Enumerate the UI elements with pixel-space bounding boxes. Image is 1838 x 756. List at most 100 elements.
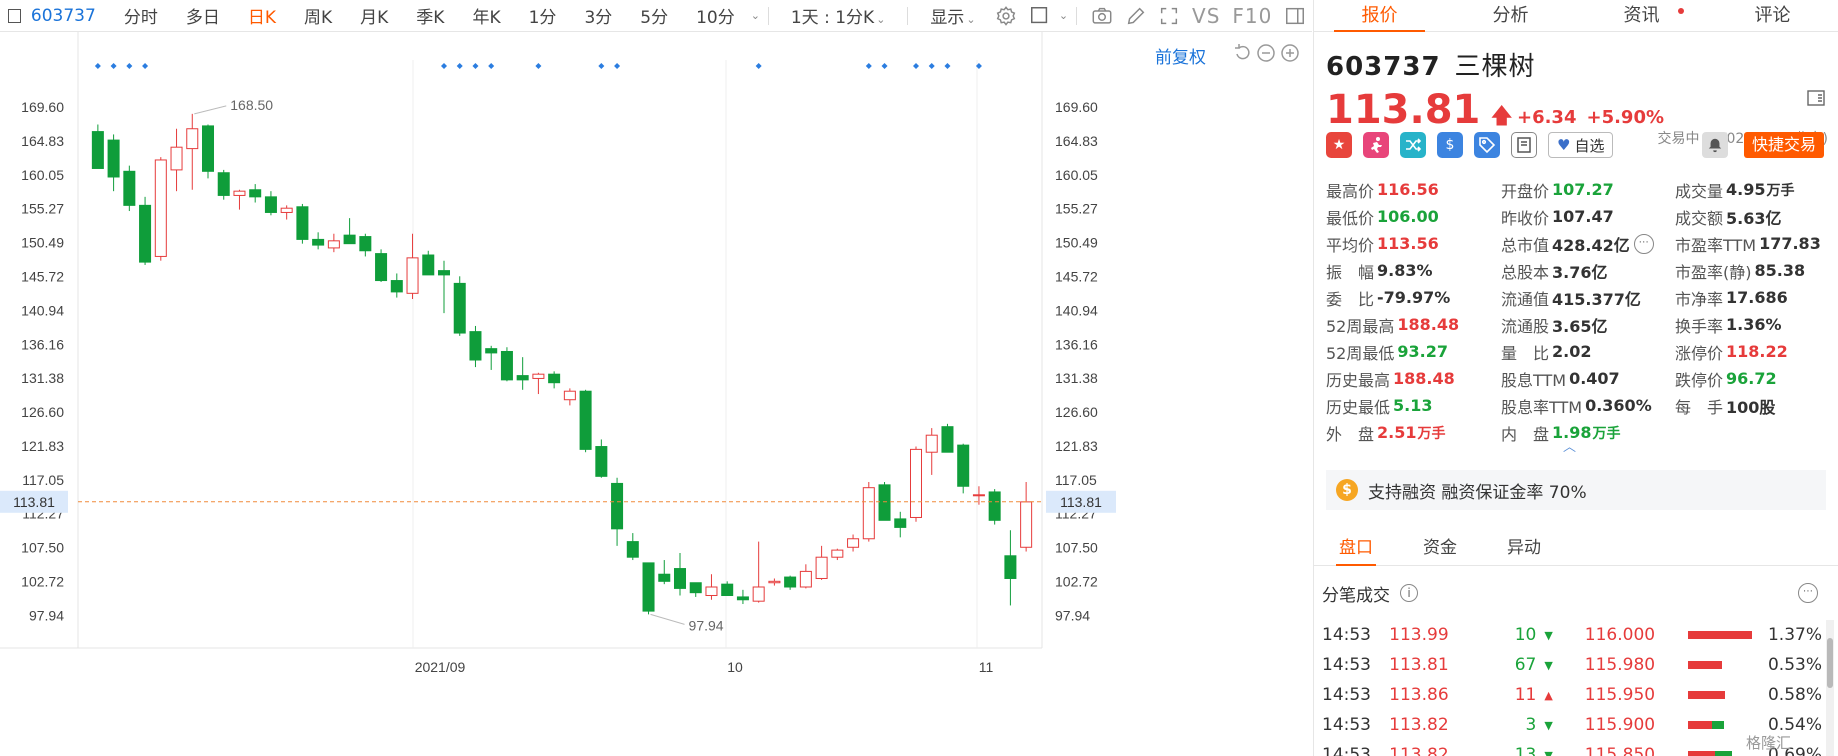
candle-body[interactable] xyxy=(831,549,844,558)
zoom-out-icon[interactable] xyxy=(1256,43,1276,63)
candle-body[interactable] xyxy=(784,576,797,588)
candle-body[interactable] xyxy=(516,375,529,381)
quick-trade-button[interactable]: 快捷交易 xyxy=(1744,132,1825,158)
event-marker-icon[interactable] xyxy=(944,63,951,69)
candle-body[interactable] xyxy=(170,146,183,171)
panel-tab[interactable]: 报价 xyxy=(1314,0,1445,32)
candle-body[interactable] xyxy=(201,125,215,172)
add-watchlist-button[interactable]: ♥ 自选 xyxy=(1548,132,1614,158)
more-icon[interactable]: ⋯ xyxy=(1633,233,1654,254)
event-marker-icon[interactable] xyxy=(456,63,463,69)
candle-body[interactable] xyxy=(327,240,340,249)
scrollbar-thumb[interactable] xyxy=(1827,638,1833,688)
candle-body[interactable] xyxy=(626,541,639,558)
stock-code-label[interactable]: 603737 xyxy=(31,6,96,26)
undo-icon[interactable] xyxy=(1233,43,1253,63)
vs-compare-button[interactable]: VS xyxy=(1192,4,1220,28)
candle-body[interactable] xyxy=(595,446,608,477)
orderbook-tab[interactable]: 盘口 xyxy=(1314,530,1398,566)
candle-body[interactable] xyxy=(437,270,451,276)
event-marker-icon[interactable] xyxy=(755,63,762,69)
period-tab[interactable]: 多日 xyxy=(186,3,220,28)
dollar-icon[interactable]: $ xyxy=(1437,132,1463,158)
adjust-mode-button[interactable]: 前复权 xyxy=(1155,43,1206,68)
panel-tab[interactable]: 分析 xyxy=(1445,0,1576,31)
zoom-in-icon[interactable] xyxy=(1280,43,1300,63)
sidebar-toggle-checkbox[interactable] xyxy=(8,8,21,23)
candle-body[interactable] xyxy=(485,348,498,354)
period-tab[interactable]: 季K xyxy=(416,3,444,28)
period-tab[interactable]: 周K xyxy=(304,3,332,28)
event-marker-icon[interactable] xyxy=(614,63,621,69)
candle-body[interactable] xyxy=(107,139,120,178)
period-select[interactable]: 1天 : 1分K ⌄ xyxy=(791,3,886,28)
event-marker-icon[interactable] xyxy=(472,63,479,69)
event-marker-icon[interactable] xyxy=(488,63,495,69)
candle-body[interactable] xyxy=(972,494,985,497)
candle-body[interactable] xyxy=(894,518,907,528)
more-icon[interactable]: ⋯ xyxy=(1798,583,1818,603)
kline-chart[interactable]: 169.60 169.60 164.83 164.83 160.05 160.05 155.… xyxy=(0,32,1312,756)
camera-icon[interactable] xyxy=(1090,3,1114,29)
candle-body[interactable] xyxy=(642,562,655,612)
candle-body[interactable] xyxy=(658,573,671,582)
event-marker-icon[interactable] xyxy=(535,63,542,69)
panel-toggle-icon[interactable] xyxy=(1283,3,1307,29)
candle-body[interactable] xyxy=(909,448,923,518)
event-marker-icon[interactable] xyxy=(126,63,133,69)
candle-body[interactable] xyxy=(453,282,466,334)
candle-body[interactable] xyxy=(249,189,262,198)
candle-body[interactable] xyxy=(233,190,246,196)
panel-menu-icon[interactable] xyxy=(1806,88,1826,108)
candle-body[interactable] xyxy=(186,128,199,150)
period-tab[interactable]: 1分 xyxy=(529,3,557,28)
kline-chart-svg[interactable]: 169.60 169.60 164.83 164.83 160.05 160.05 155.… xyxy=(0,32,1312,756)
candle-body[interactable] xyxy=(752,586,765,602)
candle-body[interactable] xyxy=(721,583,734,597)
candle-body[interactable] xyxy=(988,491,1001,521)
candle-body[interactable] xyxy=(957,444,970,487)
candle-body[interactable] xyxy=(548,373,561,384)
pencil-icon[interactable] xyxy=(1124,3,1148,29)
period-tab[interactable]: 日K xyxy=(248,3,276,28)
event-marker-icon[interactable] xyxy=(441,63,447,69)
runner-icon[interactable] xyxy=(1363,132,1389,158)
candle-body[interactable] xyxy=(736,596,749,601)
candle-body[interactable] xyxy=(941,426,954,453)
candle-body[interactable] xyxy=(878,484,891,521)
period-tab[interactable]: 5分 xyxy=(640,3,668,28)
candle-body[interactable] xyxy=(217,172,230,196)
event-marker-icon[interactable] xyxy=(928,63,935,69)
candle-body[interactable] xyxy=(611,482,624,530)
f10-button[interactable]: F10 xyxy=(1232,4,1272,28)
chevron-down-icon[interactable]: ⌄ xyxy=(751,9,760,22)
candle-body[interactable] xyxy=(815,556,828,579)
bell-icon[interactable] xyxy=(1702,132,1728,158)
panel-tab[interactable]: 评论 xyxy=(1707,0,1838,31)
period-tab[interactable]: 10分 xyxy=(696,3,735,28)
event-marker-icon[interactable] xyxy=(881,63,888,69)
candle-body[interactable] xyxy=(296,206,309,240)
tick-scrollbar[interactable] xyxy=(1826,620,1834,756)
orderbook-tab[interactable]: 异动 xyxy=(1482,530,1566,565)
event-marker-icon[interactable] xyxy=(913,63,919,69)
candle-body[interactable] xyxy=(500,350,513,381)
china-flag-icon[interactable]: ★ xyxy=(1326,132,1352,158)
event-marker-icon[interactable] xyxy=(142,63,149,69)
period-tab[interactable]: 年K xyxy=(472,3,500,28)
info-icon[interactable]: i xyxy=(1400,584,1418,602)
chevron-down-icon[interactable]: ⌄ xyxy=(1059,9,1068,22)
event-marker-icon[interactable] xyxy=(598,63,605,69)
candle-body[interactable] xyxy=(469,331,482,361)
candle-body[interactable] xyxy=(1004,555,1017,579)
fullscreen-icon[interactable] xyxy=(1157,3,1181,29)
event-marker-icon[interactable] xyxy=(865,63,872,69)
candle-body[interactable] xyxy=(563,390,576,401)
settings-gear-icon[interactable] xyxy=(995,3,1019,29)
candle-body[interactable] xyxy=(768,580,781,584)
candle-body[interactable] xyxy=(847,538,860,548)
candle-body[interactable] xyxy=(673,568,687,589)
candle-body[interactable] xyxy=(280,207,293,213)
candle-body[interactable] xyxy=(91,131,104,169)
panel-tab[interactable]: 资讯 xyxy=(1576,0,1707,31)
